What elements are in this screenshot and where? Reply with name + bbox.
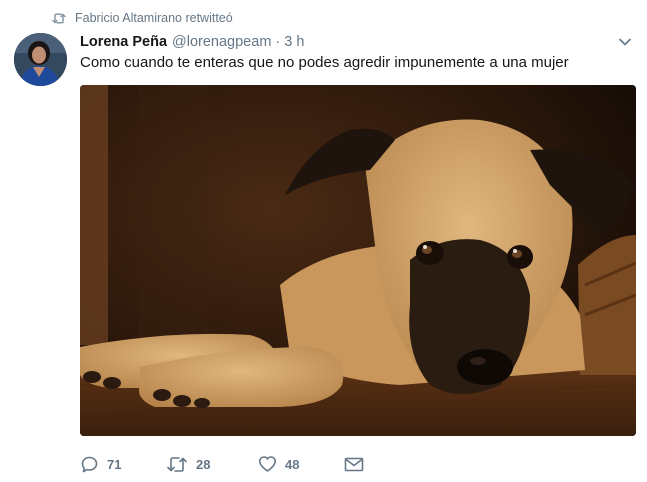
avatar[interactable] (14, 33, 67, 86)
tweet-photo[interactable] (80, 85, 636, 436)
retweet-button[interactable]: 28 (166, 456, 258, 473)
retweet-context: Fabricio Altamirano retwitteó (52, 9, 233, 27)
reply-count: 71 (107, 456, 122, 472)
retweet-context-text[interactable]: Fabricio Altamirano retwitteó (75, 11, 233, 25)
reply-button[interactable]: 71 (80, 455, 166, 474)
more-menu-button[interactable] (616, 35, 634, 49)
chevron-down-icon (619, 33, 631, 51)
separator-dot: · (275, 34, 281, 50)
retweet-icon (52, 12, 66, 24)
retweet-count: 28 (196, 456, 211, 472)
direct-message-button[interactable] (344, 457, 364, 472)
tweet-actions: 71 28 48 (80, 452, 364, 476)
author-name[interactable]: Lorena Peña (80, 34, 167, 50)
retweet-icon (166, 456, 188, 473)
like-button[interactable]: 48 (258, 455, 344, 473)
timestamp[interactable]: 3 h (284, 34, 304, 50)
envelope-icon (344, 457, 364, 472)
like-count: 48 (285, 456, 300, 472)
reply-icon (80, 455, 99, 474)
tweet-text: Como cuando te enteras que no podes agre… (80, 54, 569, 71)
author-handle[interactable]: @lorenagpeam (172, 34, 271, 50)
heart-icon (258, 455, 277, 473)
dog-photo (80, 85, 636, 436)
tweet-header: Lorena Peña @lorenagpeam · 3 h (80, 32, 304, 52)
